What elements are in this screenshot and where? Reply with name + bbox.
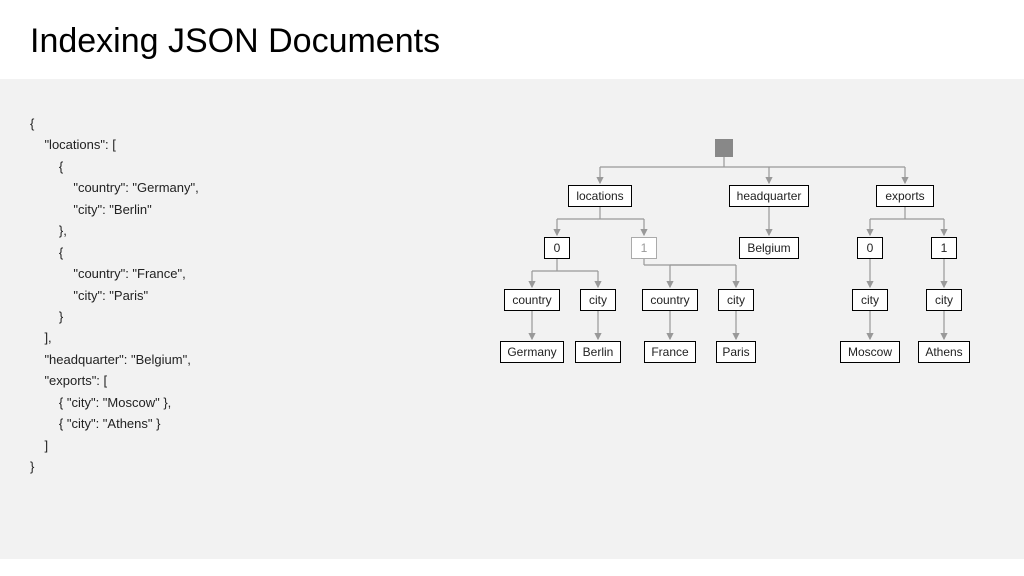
node-country-1: country [642, 289, 698, 311]
node-city-0: city [580, 289, 616, 311]
node-country-0: country [504, 289, 560, 311]
node-locations: locations [568, 185, 632, 207]
node-exp-0: 0 [857, 237, 883, 259]
node-loc-1: 1 [631, 237, 657, 259]
node-france: France [644, 341, 696, 363]
node-headquarter: headquarter [729, 185, 809, 207]
node-exp-1: 1 [931, 237, 957, 259]
json-tree-diagram: locations headquarter exports 0 1 Belgiu… [500, 139, 1000, 459]
node-athens: Athens [918, 341, 970, 363]
root-node [715, 139, 733, 157]
node-city-exp0: city [852, 289, 888, 311]
node-belgium: Belgium [739, 237, 799, 259]
node-paris: Paris [716, 341, 756, 363]
json-code-block: { "locations": [ { "country": "Germany",… [30, 113, 199, 477]
content-area: { "locations": [ { "country": "Germany",… [0, 79, 1024, 559]
node-germany: Germany [500, 341, 564, 363]
node-exports: exports [876, 185, 934, 207]
node-moscow: Moscow [840, 341, 900, 363]
node-city-1: city [718, 289, 754, 311]
node-city-exp1: city [926, 289, 962, 311]
node-loc-0: 0 [544, 237, 570, 259]
node-berlin: Berlin [575, 341, 621, 363]
page-title: Indexing JSON Documents [30, 22, 994, 61]
